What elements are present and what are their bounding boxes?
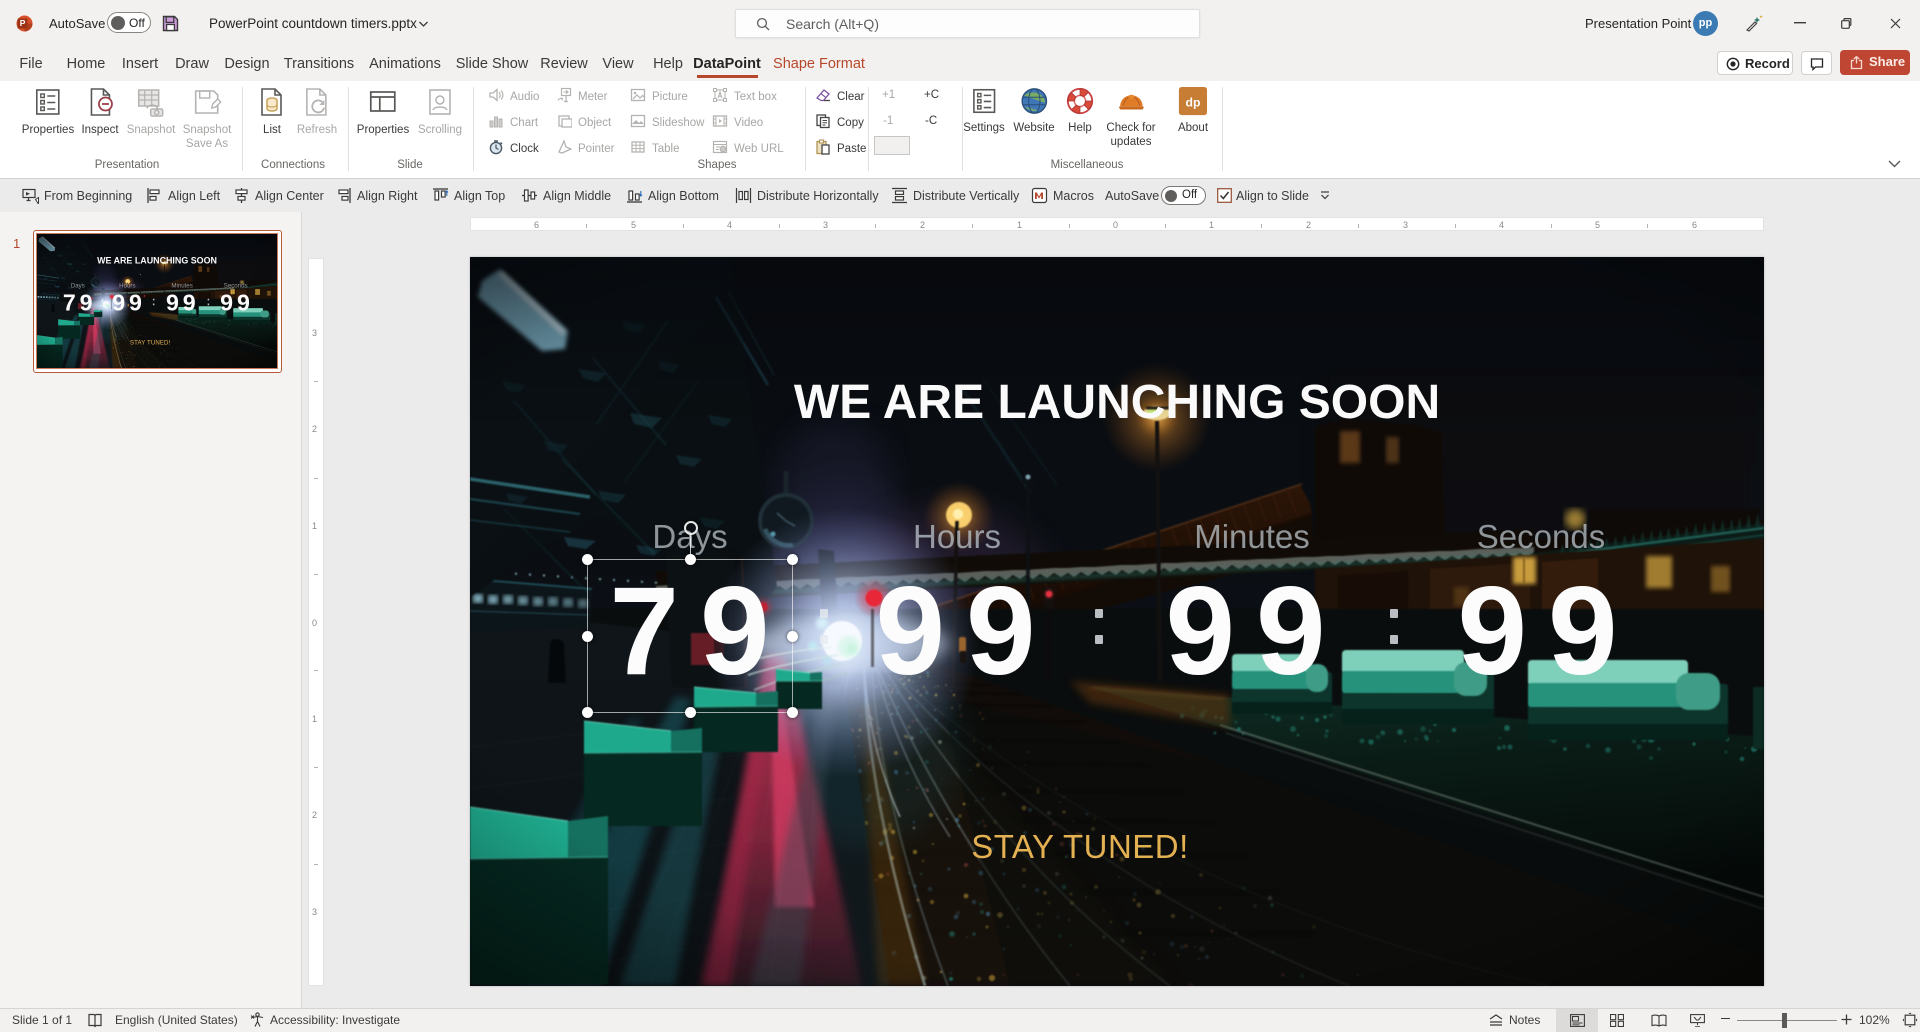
svg-text:P: P bbox=[20, 18, 26, 28]
svg-text:dp: dp bbox=[1186, 96, 1201, 110]
